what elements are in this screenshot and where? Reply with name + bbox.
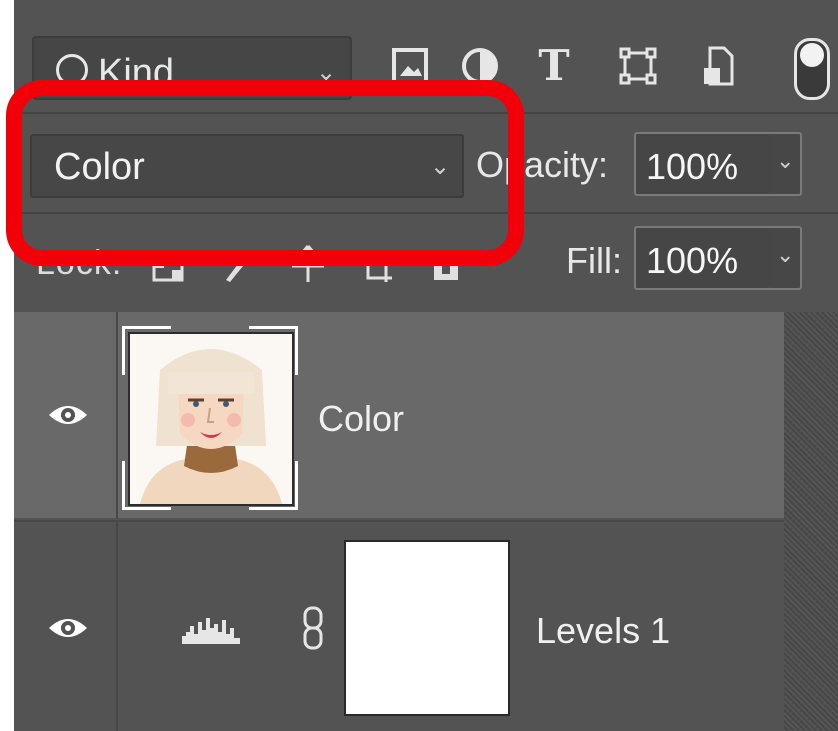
toggle-knob: [800, 43, 824, 67]
fill-value: 100%: [646, 240, 739, 281]
layers-panel: Kind ⌄ T Color ⌄ Opacity: 100% ⌄ Lock: F…: [14, 0, 838, 731]
image-filter-icon[interactable]: [390, 42, 430, 90]
kind-filter-select[interactable]: Kind ⌄: [32, 36, 352, 100]
eye-icon[interactable]: [47, 401, 89, 429]
fill-input[interactable]: 100%: [634, 226, 772, 290]
layer-mask-thumbnail[interactable]: [344, 540, 510, 716]
opacity-label: Opacity:: [476, 144, 609, 185]
fill-dropdown-button[interactable]: ⌄: [770, 226, 802, 290]
kind-filter-label: Kind: [98, 52, 175, 94]
eye-icon[interactable]: [47, 614, 89, 642]
blend-mode-select[interactable]: Color ⌄: [30, 134, 464, 198]
lock-artboard-icon[interactable]: [360, 244, 396, 284]
opacity-input[interactable]: 100%: [634, 132, 772, 196]
visibility-column: [14, 312, 118, 518]
layer-row-color[interactable]: Color: [14, 312, 784, 518]
chevron-down-icon: ⌄: [776, 242, 795, 267]
levels-histogram-icon[interactable]: [180, 612, 242, 646]
opacity-dropdown-button[interactable]: ⌄: [770, 132, 802, 196]
chevron-down-icon: ⌄: [316, 59, 337, 86]
lock-row: Lock: Fill: 100% ⌄: [14, 212, 838, 312]
lock-all-icon[interactable]: [428, 244, 464, 284]
layer-name[interactable]: Color: [318, 398, 404, 440]
visibility-column: [14, 522, 118, 731]
portrait-illustration: [130, 334, 292, 504]
lock-label: Lock:: [36, 244, 123, 282]
search-icon: [56, 54, 88, 86]
type-filter-icon[interactable]: T: [534, 42, 574, 90]
chevron-down-icon: ⌄: [430, 153, 451, 180]
filter-toggle-switch[interactable]: [794, 38, 830, 100]
shape-filter-icon[interactable]: [618, 42, 658, 90]
fill-label: Fill:: [566, 240, 622, 281]
layer-name[interactable]: Levels 1: [536, 610, 670, 652]
filter-row: Kind ⌄ T: [14, 0, 838, 112]
chevron-down-icon: ⌄: [776, 148, 795, 173]
layer-row-levels[interactable]: Levels 1: [14, 520, 784, 731]
smart-object-filter-icon[interactable]: [698, 42, 738, 90]
lock-position-icon[interactable]: [290, 244, 326, 284]
scrollbar-track[interactable]: [784, 312, 838, 731]
link-chain-icon[interactable]: [302, 606, 324, 650]
blend-mode-value: Color: [54, 146, 145, 188]
layers-list: Color Levels 1: [14, 312, 838, 731]
layer-thumbnail[interactable]: [122, 326, 298, 510]
blend-row: Color ⌄ Opacity: 100% ⌄: [14, 112, 838, 214]
lock-transparent-pixels-icon[interactable]: [150, 244, 186, 284]
opacity-value: 100%: [646, 146, 739, 187]
lock-image-pixels-icon[interactable]: [218, 244, 254, 284]
adjustment-filter-icon[interactable]: [460, 42, 500, 90]
portrait-image: [128, 332, 294, 506]
